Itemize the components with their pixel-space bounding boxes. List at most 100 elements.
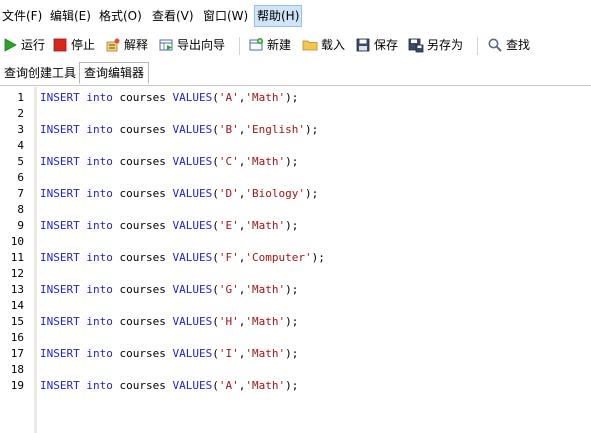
new-label: 新建: [267, 38, 292, 52]
gutter-divider: [34, 87, 37, 433]
sql-keyword: VALUES: [172, 347, 213, 360]
menu-bar: 文件(F) 编辑(E) 格式(O) 查看(V) 窗口(W) 帮助(H): [0, 0, 591, 30]
code-line: INSERT into courses VALUES('A','Math');: [40, 379, 299, 392]
table-name: courses: [119, 283, 166, 296]
load-label: 载入: [321, 38, 346, 52]
string-literal: 'G': [218, 283, 239, 296]
string-literal: 'E': [218, 219, 239, 232]
new-button[interactable]: 新建: [248, 35, 294, 55]
code-line: INSERT into courses VALUES('I','Math');: [40, 347, 299, 360]
menu-help[interactable]: 帮助(H): [254, 5, 303, 27]
search-icon: [488, 38, 502, 52]
sql-keyword: VALUES: [172, 187, 213, 200]
line-number: 6: [17, 171, 24, 184]
table-name: courses: [119, 379, 166, 392]
toolbar-separator: [239, 37, 240, 55]
sql-keyword: into: [86, 379, 113, 392]
line-number: 10: [10, 235, 24, 248]
line-number: 4: [17, 139, 24, 152]
code-line: INSERT into courses VALUES('D','Biology'…: [40, 187, 319, 200]
stop-button[interactable]: 停止: [52, 35, 98, 55]
code-line: INSERT into courses VALUES('H','Math');: [40, 315, 299, 328]
query-editor[interactable]: 1 2 3 4 5 6 7 8 9 10 11 12 13 14 15 16 17 18 19 INSERT int…: [0, 87, 591, 433]
find-button[interactable]: 查找: [487, 35, 533, 55]
save-as-label: 另存为: [427, 38, 464, 52]
sql-keyword: VALUES: [172, 219, 213, 232]
sql-keyword: VALUES: [172, 155, 213, 168]
export-wizard-label: 导出向导: [177, 38, 226, 52]
play-icon: [4, 38, 17, 52]
sql-keyword: INSERT: [40, 347, 80, 360]
tab-query-builder[interactable]: 查询创建工具: [0, 63, 80, 83]
run-button[interactable]: 运行: [2, 35, 46, 55]
export-wizard-button[interactable]: 导出向导: [158, 35, 230, 55]
save-button[interactable]: 保存: [355, 35, 401, 55]
table-name: courses: [119, 91, 166, 104]
sql-keyword: into: [86, 91, 113, 104]
menu-file[interactable]: 文件(F): [0, 6, 44, 26]
line-number: 2: [17, 107, 24, 120]
string-literal: 'I': [218, 347, 239, 360]
code-area[interactable]: INSERT into courses VALUES('A','Math'); I…: [40, 87, 591, 433]
save-label: 保存: [374, 38, 399, 52]
line-number: 18: [10, 363, 24, 376]
stop-label: 停止: [71, 38, 96, 52]
save-icon: [356, 38, 370, 52]
table-name: courses: [119, 315, 166, 328]
sql-keyword: VALUES: [172, 91, 213, 104]
string-literal: 'A': [218, 91, 239, 104]
explain-icon: [106, 38, 120, 52]
toolbar: 运行 停止 解释 导出向导 新建 载入 保存 另存为 查找: [0, 31, 591, 59]
menu-window[interactable]: 窗口(W): [201, 6, 250, 26]
sql-keyword: INSERT: [40, 251, 80, 264]
new-query-icon: [249, 38, 263, 51]
sql-keyword: VALUES: [172, 283, 213, 296]
explain-label: 解释: [124, 38, 149, 52]
code-line: INSERT into courses VALUES('F','Computer…: [40, 251, 325, 264]
code-line: INSERT into courses VALUES('C','Math');: [40, 155, 299, 168]
sql-keyword: into: [86, 187, 113, 200]
table-name: courses: [119, 347, 166, 360]
sql-keyword: VALUES: [172, 251, 213, 264]
save-as-button[interactable]: 另存为: [408, 35, 468, 55]
sql-keyword: INSERT: [40, 283, 80, 296]
sql-keyword: into: [86, 219, 113, 232]
save-as-icon: [408, 38, 424, 53]
sql-keyword: into: [86, 315, 113, 328]
line-number: 7: [17, 187, 24, 200]
string-literal: 'H': [218, 315, 239, 328]
sql-keyword: into: [86, 155, 113, 168]
line-number-gutter: 1 2 3 4 5 6 7 8 9 10 11 12 13 14 15 16 17 18 19: [0, 87, 34, 433]
line-number: 16: [10, 331, 24, 344]
menu-view[interactable]: 查看(V): [150, 6, 196, 26]
run-label: 运行: [21, 38, 46, 52]
line-number: 15: [10, 315, 24, 328]
string-literal: 'Biology': [245, 187, 305, 200]
sql-keyword: INSERT: [40, 379, 80, 392]
sql-keyword: into: [86, 123, 113, 136]
string-literal: 'Math': [245, 155, 286, 168]
string-literal: 'Computer': [245, 251, 312, 264]
line-number: 12: [10, 267, 24, 280]
folder-icon: [302, 40, 318, 51]
find-label: 查找: [506, 38, 531, 52]
toolbar-separator: [477, 37, 478, 55]
line-number: 19: [10, 379, 24, 392]
code-line: INSERT into courses VALUES('A','Math');: [40, 91, 299, 104]
explain-button[interactable]: 解释: [105, 35, 151, 55]
tab-query-editor[interactable]: 查询编辑器: [79, 62, 150, 84]
string-literal: 'Math': [245, 219, 286, 232]
menu-edit[interactable]: 编辑(E): [48, 6, 93, 26]
sql-keyword: INSERT: [40, 123, 80, 136]
line-number: 17: [10, 347, 24, 360]
menu-format[interactable]: 格式(O): [97, 6, 144, 26]
line-number: 14: [10, 299, 24, 312]
load-button[interactable]: 载入: [302, 35, 348, 55]
sql-keyword: VALUES: [172, 123, 213, 136]
stop-icon: [53, 38, 67, 52]
line-number: 11: [10, 251, 24, 264]
line-number: 1: [17, 91, 24, 104]
line-number: 13: [10, 283, 24, 296]
line-number: 5: [17, 155, 24, 168]
string-literal: 'A': [218, 379, 239, 392]
